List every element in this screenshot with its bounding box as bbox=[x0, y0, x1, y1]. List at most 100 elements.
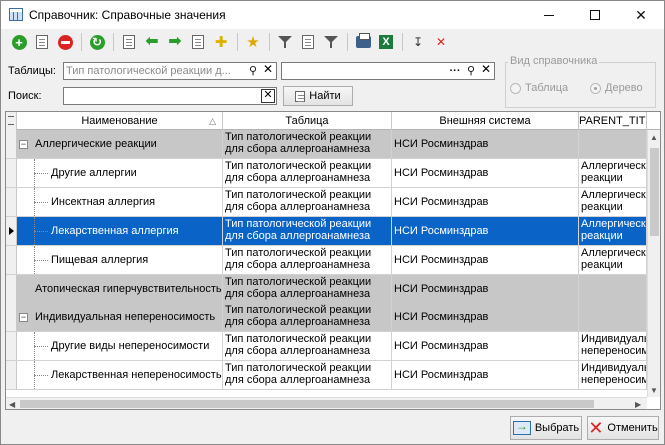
view-type-group: Вид справочника Таблица Дерево bbox=[505, 55, 656, 108]
add-record-button[interactable]: + bbox=[9, 32, 29, 52]
arrow-left-icon: ⬅ bbox=[145, 33, 159, 50]
clear-icon[interactable]: ✕ bbox=[479, 63, 493, 78]
table-row[interactable]: − Аллергические реакции Тип патологической… bbox=[6, 130, 647, 159]
row-header[interactable] bbox=[6, 246, 17, 274]
row-header[interactable] bbox=[6, 332, 17, 360]
cell-parent-title: Аллергические реакции bbox=[579, 159, 647, 187]
move-right-button[interactable]: ➡ bbox=[165, 32, 185, 52]
cell-name-text: Лекарственная непереносимость bbox=[51, 369, 222, 381]
refresh-icon: ↻ bbox=[89, 34, 105, 50]
excel-icon: X bbox=[379, 35, 393, 49]
refresh-button[interactable]: ↻ bbox=[87, 32, 107, 52]
document-left-button[interactable] bbox=[119, 32, 139, 52]
document-right-button[interactable] bbox=[188, 32, 208, 52]
table-row[interactable]: Атопическая гиперчувствительность Тип пат… bbox=[6, 275, 647, 304]
toolbar-separator bbox=[269, 33, 270, 51]
favorites-down-button[interactable]: ★ bbox=[243, 32, 263, 52]
column-header-external-system[interactable]: Внешняя система bbox=[392, 112, 579, 130]
grid-corner-icon[interactable] bbox=[6, 112, 17, 130]
edit-record-button[interactable] bbox=[32, 32, 52, 52]
cell-parent-title: Индивидуальная непереносимость bbox=[579, 361, 647, 389]
table-row[interactable]: Другие аллергии Тип патологической реакци… bbox=[6, 159, 647, 188]
toolbar-separator bbox=[237, 33, 238, 51]
radio-tree[interactable]: Дерево bbox=[590, 82, 643, 94]
export-excel-button[interactable]: X bbox=[376, 32, 396, 52]
row-header[interactable] bbox=[6, 130, 17, 158]
table-row[interactable]: Инсектная аллергия Тип патологической реа… bbox=[6, 188, 647, 217]
sort-clear-icon: ✕ bbox=[435, 35, 447, 49]
edit-document-icon bbox=[36, 35, 48, 49]
cell-name: Лекарственная аллергия bbox=[17, 217, 223, 245]
clear-search-icon[interactable]: ✕ bbox=[261, 89, 275, 103]
cell-name-text: Пищевая аллергия bbox=[51, 254, 149, 266]
horizontal-scroll-thumb[interactable] bbox=[20, 400, 594, 408]
table-row[interactable]: Лекарственная непереносимость Тип патолог… bbox=[6, 361, 647, 390]
toolbar-separator bbox=[81, 33, 82, 51]
row-header[interactable] bbox=[6, 217, 17, 245]
column-header-name[interactable]: Наименование △ bbox=[17, 112, 223, 130]
horizontal-scrollbar[interactable]: ◀ ▶ bbox=[6, 397, 647, 409]
tree-connector bbox=[34, 231, 48, 232]
filter-clear-icon bbox=[324, 35, 338, 49]
column-header-table[interactable]: Таблица bbox=[223, 112, 392, 130]
delete-record-button[interactable] bbox=[55, 32, 75, 52]
sort-button[interactable]: ↧ bbox=[408, 32, 428, 52]
row-header[interactable] bbox=[6, 159, 17, 187]
radio-tree-dot bbox=[590, 82, 601, 94]
scroll-down-icon[interactable]: ▼ bbox=[650, 386, 658, 395]
scroll-left-icon[interactable]: ◀ bbox=[9, 398, 15, 409]
filter-button[interactable] bbox=[275, 32, 295, 52]
filter-icon bbox=[278, 35, 292, 49]
data-grid: Наименование △ Таблица Внешняя система P… bbox=[5, 111, 661, 410]
cell-external-system: НСИ Росминздрав bbox=[392, 246, 579, 274]
row-header[interactable] bbox=[6, 188, 17, 216]
table-row[interactable]: Другие виды непереносимости Тип патологич… bbox=[6, 332, 647, 361]
row-header[interactable] bbox=[6, 303, 17, 331]
add-favorite-button[interactable]: ✚ bbox=[211, 32, 231, 52]
cell-external-system: НСИ Росминздрав bbox=[392, 188, 579, 216]
move-left-button[interactable]: ⬅ bbox=[142, 32, 162, 52]
scroll-right-icon[interactable]: ▶ bbox=[635, 398, 641, 409]
search-field[interactable]: ✕ bbox=[63, 87, 277, 105]
tables-input[interactable] bbox=[66, 64, 244, 78]
row-header[interactable] bbox=[6, 275, 17, 303]
search-input[interactable] bbox=[66, 89, 256, 103]
cell-table: Тип патологической реакции для сбора алл… bbox=[223, 130, 392, 158]
cell-table: Тип патологической реакции для сбора алл… bbox=[223, 303, 392, 331]
table-row[interactable]: Лекарственная аллергия Тип патологической… bbox=[6, 217, 647, 246]
radio-table[interactable]: Таблица bbox=[510, 82, 568, 94]
filter-clear-button[interactable] bbox=[321, 32, 341, 52]
table-row[interactable]: − Индивидуальная непереносимость Тип патол… bbox=[6, 303, 647, 332]
cell-name-text: Другие аллергии bbox=[51, 167, 137, 179]
radio-table-dot bbox=[510, 82, 521, 94]
tables-field[interactable]: ⚲ ✕ bbox=[63, 62, 277, 80]
clear-icon[interactable]: ✕ bbox=[261, 63, 275, 78]
print-button[interactable] bbox=[353, 32, 373, 52]
minimize-button[interactable] bbox=[526, 1, 572, 29]
cell-name: − Аллергические реакции bbox=[17, 130, 223, 158]
collapse-icon[interactable]: − bbox=[19, 140, 28, 149]
search-icon[interactable]: ⚲ bbox=[464, 64, 478, 78]
cell-table: Тип патологической реакции для сбора алл… bbox=[223, 361, 392, 389]
cancel-button[interactable]: ✕ Отменить bbox=[587, 416, 659, 440]
table-row[interactable]: Пищевая аллергия Тип патологической реакц… bbox=[6, 246, 647, 275]
scroll-up-icon[interactable]: ▲ bbox=[650, 133, 658, 142]
cell-name: Инсектная аллергия bbox=[17, 188, 223, 216]
maximize-button[interactable] bbox=[572, 1, 618, 29]
vertical-scroll-thumb[interactable] bbox=[650, 148, 659, 236]
column-header-parent-title[interactable]: PARENT_TITLE bbox=[579, 112, 647, 130]
collapse-icon[interactable]: − bbox=[19, 313, 28, 322]
search-icon[interactable]: ⚲ bbox=[246, 64, 260, 78]
row-header[interactable] bbox=[6, 361, 17, 389]
toolbar-separator bbox=[402, 33, 403, 51]
sort-clear-button[interactable]: ✕ bbox=[431, 32, 451, 52]
filter-edit-button[interactable] bbox=[298, 32, 318, 52]
cell-table: Тип патологической реакции для сбора алл… bbox=[223, 159, 392, 187]
vertical-scrollbar[interactable]: ▲ ▼ bbox=[647, 130, 660, 397]
secondary-search-field[interactable]: ··· ⚲ ✕ bbox=[281, 62, 495, 80]
secondary-search-input[interactable] bbox=[284, 64, 444, 78]
ellipsis-icon[interactable]: ··· bbox=[448, 64, 462, 78]
select-button[interactable]: Выбрать bbox=[510, 416, 582, 440]
find-button[interactable]: Найти bbox=[283, 86, 353, 106]
close-button[interactable]: ✕ bbox=[618, 1, 664, 29]
